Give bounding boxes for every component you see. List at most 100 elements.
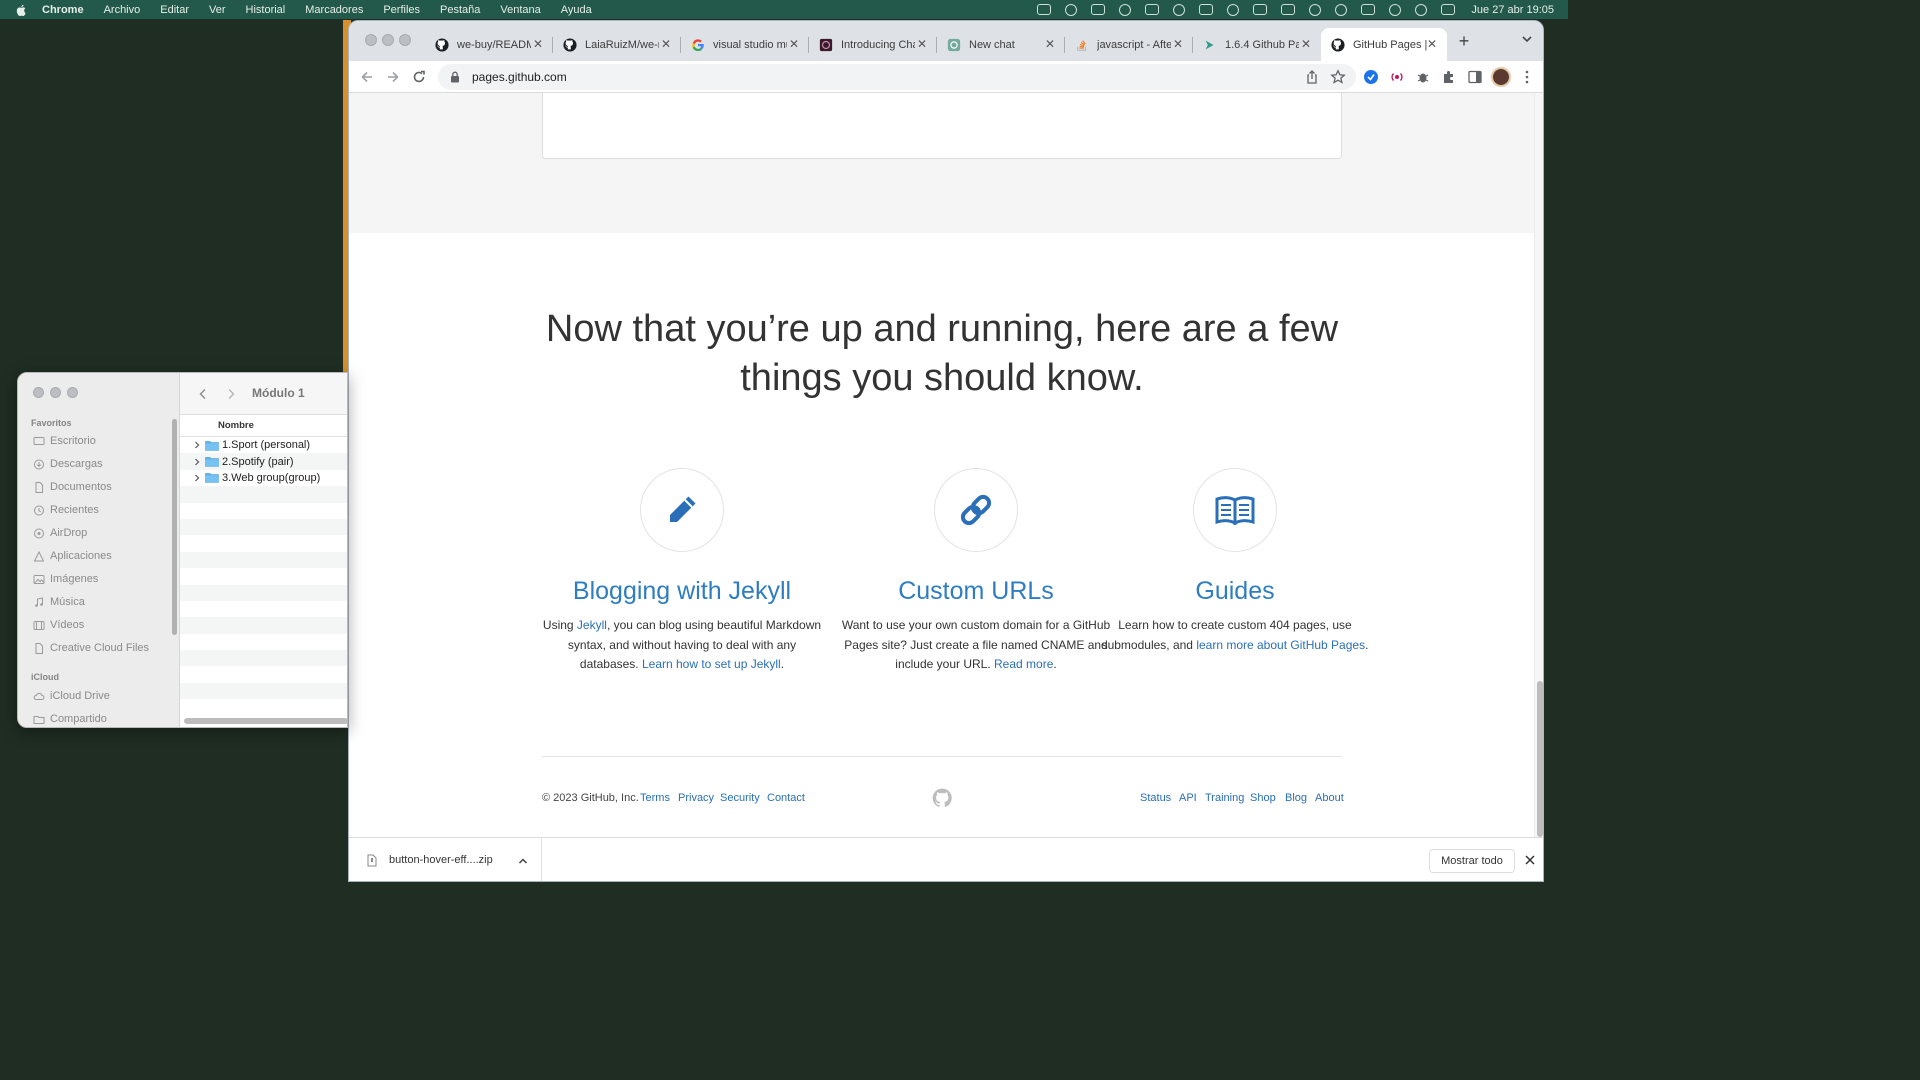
footer-link-security[interactable]: Security [720,792,760,804]
download-item[interactable]: button-hover-eff....zip [349,838,542,881]
footer-link-api[interactable]: API [1179,792,1197,804]
side-panel-icon[interactable] [1467,69,1483,85]
tab-3[interactable]: Introducing Cha ✕ [809,28,937,61]
jekyll-link[interactable]: Jekyll [577,618,607,632]
horizontal-scrollbar[interactable] [184,718,347,724]
wifi-status-icon[interactable] [1389,3,1402,16]
finder-minimize-button[interactable] [50,387,61,398]
menu-historial[interactable]: Historial [246,4,286,16]
address-bar[interactable]: pages.github.com [438,64,1356,90]
tab-7-active[interactable]: GitHub Pages | V ✕ [1321,28,1447,61]
play-status-icon[interactable] [1227,3,1240,16]
chevron-up-icon[interactable] [517,855,529,867]
sidebar-scrollbar[interactable] [172,419,177,635]
disclosure-arrow-icon[interactable] [193,474,201,482]
bookmark-star-icon[interactable] [1330,69,1346,85]
sidebar-item-compartido[interactable]: Compartido [33,711,107,727]
tab-close-icon[interactable]: ✕ [1043,37,1057,51]
sidebar-item-icloud-drive[interactable]: iCloud Drive [33,688,110,704]
tab-0[interactable]: we-buy/READM ✕ [425,28,553,61]
extensions-puzzle-icon[interactable] [1441,69,1457,85]
page-scrollbar[interactable] [1534,93,1543,837]
finder-zoom-button[interactable] [67,387,78,398]
tab-5[interactable]: javascript - Afte ✕ [1065,28,1193,61]
tab-close-icon[interactable]: ✕ [531,37,545,51]
new-tab-icon[interactable]: + [1455,31,1473,52]
footer-link-contact[interactable]: Contact [767,792,805,804]
footer-link-training[interactable]: Training [1205,792,1244,804]
time-machine-status-icon[interactable] [1309,3,1322,16]
forward-icon[interactable] [385,69,401,85]
window-minimize-button[interactable] [382,34,394,46]
extension-blue-icon[interactable] [1363,69,1379,85]
menu-ayuda[interactable]: Ayuda [561,4,592,16]
list-item[interactable]: 1.Sport (personal) [180,437,347,453]
sidebar-item-musica[interactable]: Música [33,594,85,610]
sidebar-item-aplicaciones[interactable]: Aplicaciones [33,548,112,564]
finder-close-button[interactable] [33,387,44,398]
sidebar-item-documentos[interactable]: Documentos [33,479,112,495]
setup-jekyll-link[interactable]: Learn how to set up Jekyll [642,657,781,671]
menu-archivo[interactable]: Archivo [104,4,141,16]
scrollbar-thumb[interactable] [1537,681,1543,837]
sidebar-item-escritorio[interactable]: Escritorio [33,433,96,449]
lock-icon[interactable] [450,71,460,83]
menu-ventana[interactable]: Ventana [500,4,540,16]
tab-close-icon[interactable]: ✕ [1299,37,1313,51]
cloud-status-icon[interactable] [1119,3,1132,16]
creative-cloud-status-icon[interactable] [1065,3,1078,16]
disclosure-arrow-icon[interactable] [193,441,201,449]
tab-close-icon[interactable]: ✕ [1425,37,1439,51]
profile-avatar[interactable] [1491,67,1511,87]
audio-status-icon[interactable] [1091,4,1106,15]
sidebar-item-recientes[interactable]: Recientes [33,502,99,518]
battery-status-icon[interactable] [1361,4,1376,15]
sidebar-item-creative-cloud[interactable]: Creative Cloud Files [33,640,149,656]
window-zoom-button[interactable] [399,34,411,46]
menu-app-name[interactable]: Chrome [42,4,84,16]
tab-close-icon[interactable]: ✕ [787,37,801,51]
tab-6[interactable]: 1.6.4 Github Pag ✕ [1193,28,1321,61]
footer-link-about[interactable]: About [1315,792,1344,804]
footer-link-shop[interactable]: Shop [1250,792,1276,804]
tab-close-icon[interactable]: ✕ [1171,37,1185,51]
back-icon[interactable] [359,69,375,85]
control-center-icon[interactable] [1441,4,1456,15]
github-mark-icon[interactable] [932,788,952,808]
list-item[interactable]: 3.Web group(group) [180,470,347,486]
learn-more-link[interactable]: learn more about GitHub Pages [1196,638,1365,652]
disclosure-arrow-icon[interactable] [193,458,201,466]
share-icon[interactable] [1304,69,1320,85]
sidebar-item-imagenes[interactable]: Imágenes [33,571,98,587]
tab-2[interactable]: visual studio mu ✕ [681,28,809,61]
close-download-bar-icon[interactable] [1523,853,1537,867]
extension-bug-icon[interactable] [1415,69,1431,85]
window-close-button[interactable] [365,34,377,46]
tab-close-icon[interactable]: ✕ [915,37,929,51]
extension-radio-icon[interactable] [1389,69,1405,85]
footer-link-status[interactable]: Status [1140,792,1171,804]
footer-link-terms[interactable]: Terms [640,792,670,804]
sidebar-item-descargas[interactable]: Descargas [33,456,103,472]
vpn-status-icon[interactable] [1173,3,1186,16]
search-status-icon[interactable] [1415,3,1428,16]
tab-4[interactable]: New chat ✕ [937,28,1065,61]
back-icon[interactable] [198,388,208,400]
moon-status-icon[interactable] [1335,3,1348,16]
tab-1[interactable]: LaiaRuizM/we-r ✕ [553,28,681,61]
more-menu-icon[interactable] [1519,69,1535,85]
menu-clock[interactable]: Jue 27 abr 19:05 [1471,4,1554,16]
volume-status-icon[interactable] [1281,4,1296,15]
show-all-downloads-button[interactable]: Mostrar todo [1429,849,1515,873]
menu-editar[interactable]: Editar [160,4,189,16]
sidebar-item-airdrop[interactable]: AirDrop [33,525,87,541]
read-more-link[interactable]: Read more [994,657,1053,671]
footer-link-privacy[interactable]: Privacy [678,792,714,804]
forward-icon[interactable] [226,388,236,400]
menu-ver[interactable]: Ver [209,4,226,16]
tab-close-icon[interactable]: ✕ [659,37,673,51]
bluetooth-status-icon[interactable] [1253,4,1268,15]
display-status-icon[interactable] [1199,4,1214,15]
list-item[interactable]: 2.Spotify (pair) [180,453,347,470]
apple-icon[interactable] [14,3,28,17]
